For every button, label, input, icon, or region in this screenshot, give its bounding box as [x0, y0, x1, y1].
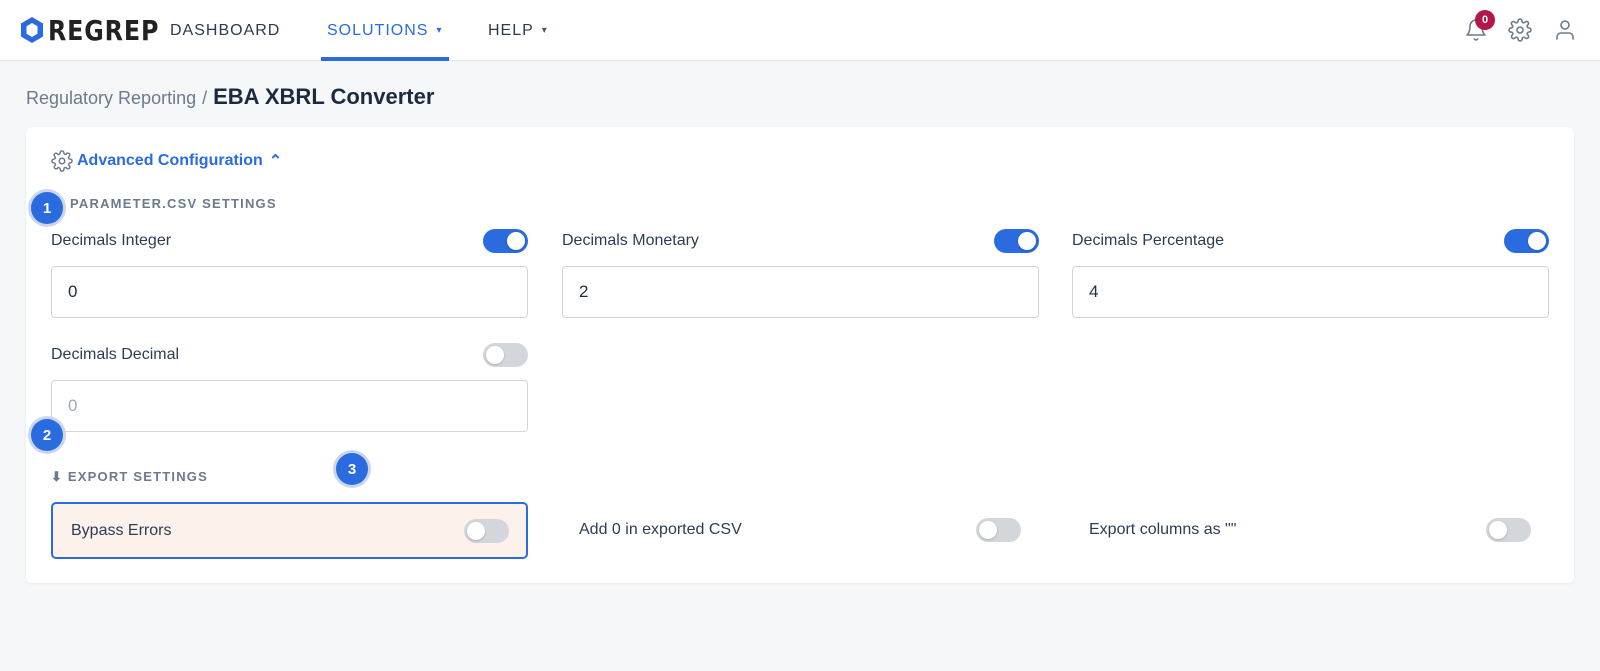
- decimals-monetary-toggle[interactable]: [994, 229, 1039, 253]
- export-columns-label: Export columns as "": [1089, 521, 1237, 538]
- user-icon[interactable]: [1553, 18, 1577, 42]
- nav-help-label: HELP: [488, 21, 534, 39]
- top-navbar: REGREP DASHBOARD SOLUTIONS ▾ HELP ▾ 0: [0, 0, 1600, 61]
- toggle-knob: [486, 346, 504, 364]
- nav-help[interactable]: HELP ▾: [488, 0, 548, 61]
- advanced-configuration-label: Advanced Configuration: [77, 152, 263, 169]
- export-settings-heading: ⬇ EXPORT SETTINGS: [51, 469, 208, 484]
- decimals-percentage-toggle[interactable]: [1504, 229, 1549, 253]
- step-marker: 3: [336, 453, 368, 485]
- decimals-integer-toggle[interactable]: [483, 229, 528, 253]
- decimals-percentage-input[interactable]: [1072, 266, 1549, 318]
- gear-icon: [51, 150, 73, 172]
- toggle-knob: [507, 232, 525, 250]
- decimals-decimal-label: Decimals Decimal: [51, 346, 180, 363]
- decimals-monetary-input[interactable]: [562, 266, 1039, 318]
- decimals-integer-input[interactable]: [51, 266, 528, 318]
- breadcrumb: Regulatory Reporting / EBA XBRL Converte…: [26, 84, 434, 110]
- chevron-up-icon: ⌃: [268, 153, 283, 170]
- breadcrumb-parent-link[interactable]: Regulatory Reporting: [26, 88, 196, 109]
- toggle-knob: [467, 522, 485, 540]
- bypass-errors-toggle[interactable]: [464, 519, 509, 543]
- step-marker: 1: [31, 192, 63, 224]
- parameter-settings-heading: PARAMETER.CSV SETTINGS: [70, 196, 277, 211]
- nav-solutions-label: SOLUTIONS: [327, 21, 429, 39]
- page-title: EBA XBRL Converter: [213, 84, 435, 109]
- bypass-errors-label: Bypass Errors: [71, 522, 172, 539]
- logo-text: REGREP: [48, 13, 160, 47]
- decimals-decimal-input[interactable]: [51, 380, 528, 432]
- decimals-monetary-label: Decimals Monetary: [562, 232, 699, 249]
- decimals-integer-label: Decimals Integer: [51, 232, 172, 249]
- export-columns-toggle[interactable]: [1486, 518, 1531, 542]
- decimals-percentage-label: Decimals Percentage: [1072, 232, 1225, 249]
- toggle-knob: [1489, 521, 1507, 539]
- advanced-configuration-toggle[interactable]: Advanced Configuration ⌃: [51, 150, 282, 172]
- add-zero-csv-toggle[interactable]: [976, 518, 1021, 542]
- breadcrumb-separator: /: [202, 88, 208, 108]
- hexagon-logo-icon: [21, 17, 43, 43]
- chevron-down-icon: ▾: [541, 25, 548, 36]
- nav-dashboard[interactable]: DASHBOARD: [170, 0, 280, 61]
- toggle-knob: [979, 521, 997, 539]
- nav-solutions[interactable]: SOLUTIONS ▾: [321, 0, 449, 61]
- chevron-down-icon: ▾: [436, 25, 443, 36]
- gear-icon[interactable]: [1508, 18, 1532, 42]
- nav-dashboard-label: DASHBOARD: [170, 21, 281, 39]
- regrep-logo[interactable]: REGREP: [20, 13, 179, 47]
- notification-badge: 0: [1475, 10, 1495, 30]
- toggle-knob: [1528, 232, 1546, 250]
- step-marker: 2: [31, 419, 63, 451]
- decimals-decimal-toggle[interactable]: [483, 343, 528, 367]
- add-zero-csv-label: Add 0 in exported CSV: [579, 521, 742, 538]
- toggle-knob: [1018, 232, 1036, 250]
